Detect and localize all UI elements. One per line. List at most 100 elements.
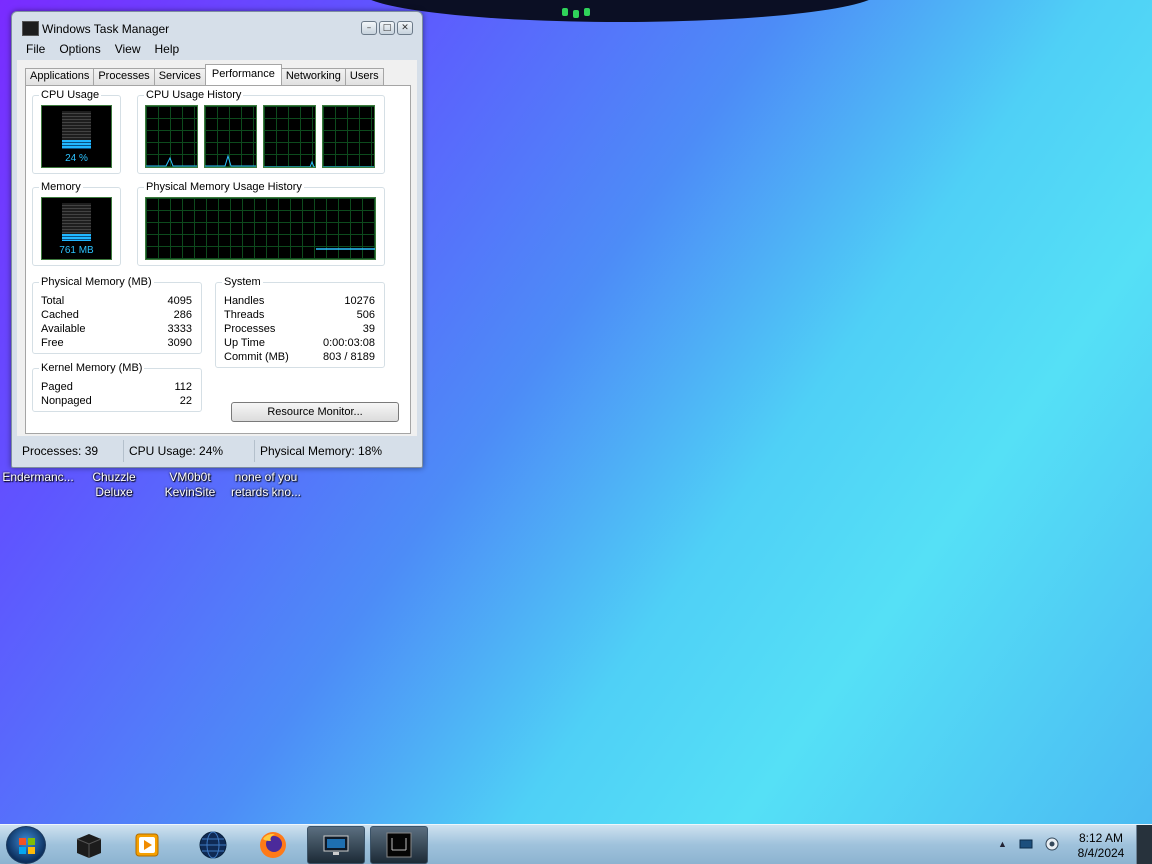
taskbar-file-manager[interactable] <box>60 826 118 864</box>
tab-users[interactable]: Users <box>344 68 384 85</box>
stat-paged: Paged 112 <box>41 381 192 396</box>
performance-panel: CPU Usage 24 % CPU Usage History Memory … <box>25 85 411 434</box>
clock-date: 8/4/2024 <box>1077 846 1125 860</box>
taskbar-media-player[interactable] <box>118 826 176 864</box>
taskbar: ▲ 8:12 AM 8/4/2024 <box>0 824 1152 864</box>
globe-icon <box>199 831 227 859</box>
stat-value: 0:00:03:08 <box>323 337 375 349</box>
menu-view[interactable]: View <box>115 42 141 60</box>
task-manager-taskbar-icon <box>386 832 412 858</box>
cpu-history-line-1 <box>146 156 197 167</box>
desktop-icon-endermanch[interactable]: Endermanc... <box>0 470 76 485</box>
start-button[interactable] <box>6 826 46 864</box>
physical-memory-heading: Physical Memory (MB) <box>39 275 154 289</box>
taskbar-globe-app[interactable] <box>184 826 242 864</box>
minimize-button[interactable]: – <box>361 21 377 35</box>
menu-file[interactable]: File <box>26 42 45 60</box>
memory-label: Memory <box>39 180 83 194</box>
cpu-history-graph-core-3 <box>263 105 316 168</box>
wallpaper-glow-lights <box>560 4 592 18</box>
desktop-icon-vm0b0t[interactable]: VM0b0t KevinSite <box>152 470 228 500</box>
stat-nonpaged: Nonpaged 22 <box>41 395 192 410</box>
system-group: System Handles 10276 Threads 506 Processes… <box>215 275 385 368</box>
media-player-icon <box>135 833 159 857</box>
stat-total: Total 4095 <box>41 295 192 310</box>
stat-key: Up Time <box>224 337 265 349</box>
status-processes: Processes: 39 <box>17 440 124 462</box>
stat-key: Cached <box>41 309 79 321</box>
network-tray-icon[interactable] <box>1019 837 1033 851</box>
desktop-icon-label: none of you <box>234 470 298 484</box>
desktop-icon-chuzzle-deluxe[interactable]: Chuzzle Deluxe <box>76 470 152 500</box>
cpu-usage-meter: 24 % <box>41 105 112 168</box>
memory-fill <box>62 234 91 241</box>
desktop-icon-label: VM0b0t <box>169 470 211 484</box>
kernel-memory-heading: Kernel Memory (MB) <box>39 361 145 375</box>
stat-value: 4095 <box>167 295 192 307</box>
system-heading: System <box>222 275 263 289</box>
taskbar-firefox[interactable] <box>244 826 302 864</box>
resource-monitor-button[interactable]: Resource Monitor... <box>231 402 399 422</box>
desktop-icon-label-2: retards kno... <box>230 485 302 499</box>
stat-free: Free 3090 <box>41 337 192 352</box>
stat-value: 506 <box>356 309 375 321</box>
desktop-icon-none-of-you[interactable]: none of you retards kno... <box>228 470 304 500</box>
stat-value: 3090 <box>167 337 192 349</box>
stat-value: 286 <box>173 309 192 321</box>
physical-memory-group: Physical Memory (MB) Total 4095 Cached 286… <box>32 275 202 354</box>
window-client-area: Applications Processes Services Performa… <box>17 60 417 436</box>
stat-key: Available <box>41 323 86 335</box>
stat-value: 803 / 8189 <box>323 351 375 363</box>
status-cpu-usage: CPU Usage: 24% <box>124 440 255 462</box>
show-desktop-button[interactable] <box>1136 825 1152 864</box>
desktop-icon-label-2: KevinSite <box>164 485 216 499</box>
cpu-history-line-2 <box>205 154 256 167</box>
tab-performance[interactable]: Performance <box>204 64 282 85</box>
cpu-usage-label: CPU Usage <box>39 88 102 102</box>
stat-key: Commit (MB) <box>224 351 289 363</box>
memory-meter: 761 MB <box>41 197 112 260</box>
stat-value: 3333 <box>167 323 192 335</box>
box-app-icon <box>76 834 102 858</box>
desktop-icon-label: Endermanc... <box>2 470 74 484</box>
cpu-history-line-3 <box>264 160 315 167</box>
close-button[interactable]: ✕ <box>397 21 413 35</box>
stat-key: Paged <box>41 381 73 393</box>
memory-group: Memory 761 MB <box>32 180 121 266</box>
status-physical-memory: Physical Memory: 18% <box>260 444 383 458</box>
task-manager-icon <box>22 21 39 36</box>
stat-value: 10276 <box>344 295 375 307</box>
volume-tray-icon[interactable] <box>1045 837 1059 851</box>
menu-bar: File Options View Help <box>17 42 179 60</box>
tray-overflow-arrow-icon[interactable]: ▲ <box>998 839 1007 849</box>
maximize-button[interactable]: □ <box>379 21 395 35</box>
stat-value: 112 <box>174 381 192 393</box>
cpu-history-graph-core-4 <box>322 105 375 168</box>
tab-applications[interactable]: Applications <box>25 68 95 85</box>
tab-services[interactable]: Services <box>153 68 206 85</box>
stat-key: Total <box>41 295 65 307</box>
stat-commit: Commit (MB) 803 / 8189 <box>224 351 375 366</box>
title-bar[interactable]: Windows Task Manager – □ ✕ <box>12 12 422 42</box>
firefox-icon <box>260 832 286 858</box>
stat-processes: Processes 39 <box>224 323 375 338</box>
stat-key: Nonpaged <box>41 395 92 407</box>
cpu-usage-fill <box>62 140 91 149</box>
cpu-history-label: CPU Usage History <box>144 88 244 102</box>
caption-buttons: – □ ✕ <box>361 21 413 35</box>
tab-networking[interactable]: Networking <box>280 68 346 85</box>
stat-key: Free <box>41 337 64 349</box>
system-clock[interactable]: 8:12 AM 8/4/2024 <box>1072 831 1130 861</box>
desktop-icon-label: Chuzzle <box>92 470 136 484</box>
cpu-history-graph-core-2 <box>204 105 257 168</box>
taskbar-remote-desktop[interactable] <box>307 826 365 864</box>
menu-help[interactable]: Help <box>155 42 180 60</box>
menu-options[interactable]: Options <box>59 42 100 60</box>
stat-available: Available 3333 <box>41 323 192 338</box>
memory-value: 761 MB <box>59 245 94 256</box>
physical-memory-history-group: Physical Memory Usage History <box>137 180 385 266</box>
status-bar: Processes: 39 CPU Usage: 24% Physical Me… <box>17 440 417 462</box>
tab-processes[interactable]: Processes <box>93 68 155 85</box>
stat-key: Threads <box>224 309 265 321</box>
taskbar-task-manager[interactable] <box>370 826 428 864</box>
